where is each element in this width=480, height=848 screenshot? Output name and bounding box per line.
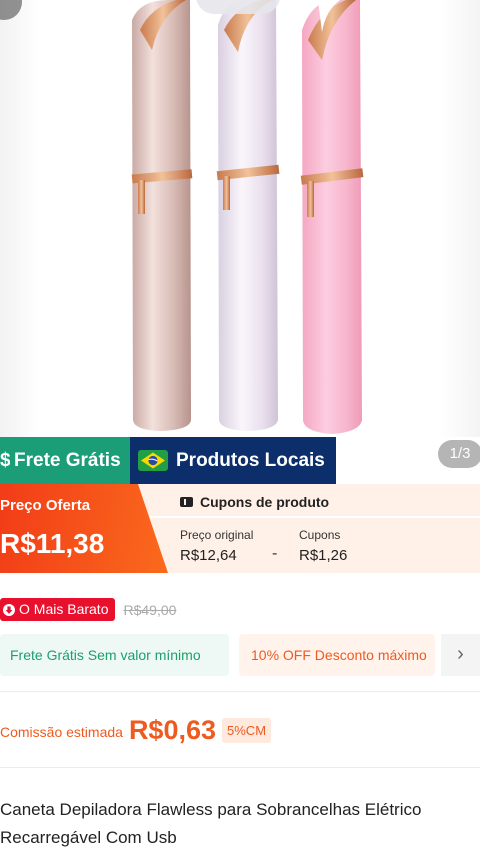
coupon-ticket-icon (180, 497, 193, 507)
discount-chip[interactable]: 10% OFF Desconto máximo (239, 634, 435, 676)
feature-bar: $ Frete Grátis Produtos Locais (0, 437, 336, 484)
free-shipping-label: Frete Grátis (14, 450, 121, 471)
coupon-label: Cupons (299, 528, 341, 542)
original-price-label: Preço original (180, 528, 254, 542)
old-price: R$49,00 (123, 601, 177, 618)
shipping-icon: $ (0, 450, 10, 471)
product-coupons-title: Cupons de produto (200, 494, 330, 510)
image-pager: 1/3 (438, 440, 480, 468)
coupon-divider (150, 516, 480, 518)
promo-chips: Frete Grátis Sem valor mínimo 10% OFF De… (0, 634, 480, 676)
chevron-right-icon: › (457, 643, 464, 665)
free-shipping-chip[interactable]: Frete Grátis Sem valor mínimo (0, 634, 229, 676)
minus-sign: - (272, 545, 278, 562)
offer-price-block: Preço Oferta R$11,38 (0, 484, 168, 573)
free-shipping-banner: $ Frete Grátis (0, 437, 130, 484)
down-arrow-icon (3, 603, 15, 616)
section-divider (0, 691, 480, 692)
cheapest-badge: O Mais Barato (0, 598, 116, 621)
brazil-flag-icon (138, 450, 168, 471)
commission-rate-badge: 5%CM (222, 717, 272, 743)
local-products-banner: Produtos Locais (130, 437, 336, 484)
original-price-value: R$12,64 (180, 547, 237, 564)
offer-price-label: Preço Oferta (0, 497, 91, 514)
price-banner: Preço Oferta R$11,38 Cupons de produto P… (0, 484, 480, 573)
local-products-label: Produtos Locais (176, 450, 325, 471)
coupon-value: R$1,26 (299, 547, 348, 564)
product-title: Caneta Depiladora Flawless para Sobrance… (0, 800, 422, 847)
product-photo (131, 0, 364, 434)
top-overlay-pill (196, 0, 280, 14)
cheapest-row: O Mais Barato R$49,00 (0, 598, 176, 621)
product-image-gallery[interactable] (0, 0, 480, 437)
commission-label: Comissão estimada (0, 724, 123, 740)
cheapest-badge-label: O Mais Barato (19, 601, 109, 617)
commission-value: R$0,63 (128, 714, 217, 745)
more-promos-button[interactable]: › (441, 634, 480, 676)
offer-price-value: R$11,38 (0, 528, 105, 559)
section-divider (0, 767, 480, 768)
product-coupons-header[interactable]: Cupons de produto (180, 494, 329, 510)
commission-row: Comissão estimada R$0,63 5%CM (0, 712, 272, 748)
